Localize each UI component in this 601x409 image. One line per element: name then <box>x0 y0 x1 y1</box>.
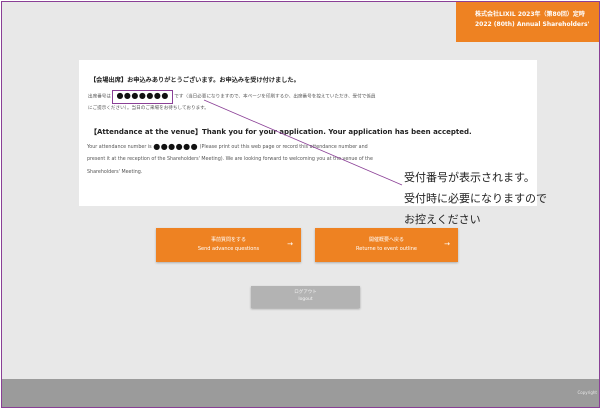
arrow-right-icon: → <box>444 240 450 248</box>
confirmation-text-jp-line1: 出席番号は ●●●●●●● です（当日必要になりますので、本ページを印刷するか、… <box>88 90 376 104</box>
attendance-number-box: ●●●●●●● <box>112 90 173 104</box>
annotation-line1: 受付番号が表示されます。 <box>404 171 535 184</box>
send-advance-questions-button[interactable]: 事前質問をする Send advance questions → <box>156 228 301 262</box>
confirmation-text-en-line2: present it at the reception of the Share… <box>87 157 373 162</box>
attendance-number-label-jp: 出席番号は <box>88 94 111 100</box>
attendance-number-note-jp: です（当日必要になりますので、本ページを印刷するか、出席番号を控えていただき、受… <box>174 94 376 100</box>
confirmation-text-en-line3: Shareholders' Meeting. <box>87 170 143 175</box>
attendance-number-masked-jp: ●●●●●●● <box>116 91 169 100</box>
annotation-line3: お控えください <box>404 213 481 226</box>
send-advance-questions-label-jp: 事前質問をする <box>210 237 246 243</box>
return-label-jp: 開催概要へ戻る <box>368 237 404 243</box>
logout-label-en: logout <box>298 297 313 302</box>
confirmation-text-en-line1: Your attendance number is ●●●●●● (Please… <box>87 142 368 151</box>
confirmation-title-en: 【Attendance at the venue】Thank you for y… <box>90 128 472 136</box>
arrow-right-icon: → <box>287 240 293 248</box>
logout-label-jp: ログアウト <box>294 290 317 295</box>
company-name-jp: 株式会社LIXIL 2023年（第80回）定時 <box>475 11 585 18</box>
company-header-badge: 株式会社LIXIL 2023年（第80回）定時 2022 (80th) Annu… <box>456 2 599 42</box>
logout-button[interactable]: ログアウト logout <box>251 286 360 308</box>
return-label-en: Returne to event outline <box>356 246 417 252</box>
attendance-number-label-en: Your attendance number is <box>87 145 152 150</box>
send-advance-questions-label-en: Send advance questions <box>197 246 260 252</box>
confirmation-text-jp-line2: にご提示ください）。当日のご来場をお待ちしております。 <box>88 106 209 111</box>
page-footer: Copyright <box>2 379 599 407</box>
attendance-number-note-en: (Please print out this web page or recor… <box>199 145 368 150</box>
attendance-number-masked-en: ●●●●●● <box>153 142 199 151</box>
annotation-line2: 受付時に必要になりますので <box>404 192 547 205</box>
confirmation-title-jp: 【会場出席】お申込みありがとうございます。お申込みを受け付けました。 <box>90 77 300 84</box>
company-name-en: 2022 (80th) Annual Shareholders' <box>475 21 590 28</box>
browser-frame: 株式会社LIXIL 2023年（第80回）定時 2022 (80th) Annu… <box>1 1 600 408</box>
return-to-event-outline-button[interactable]: 開催概要へ戻る Returne to event outline → <box>315 228 458 262</box>
copyright-text: Copyright <box>577 390 597 395</box>
